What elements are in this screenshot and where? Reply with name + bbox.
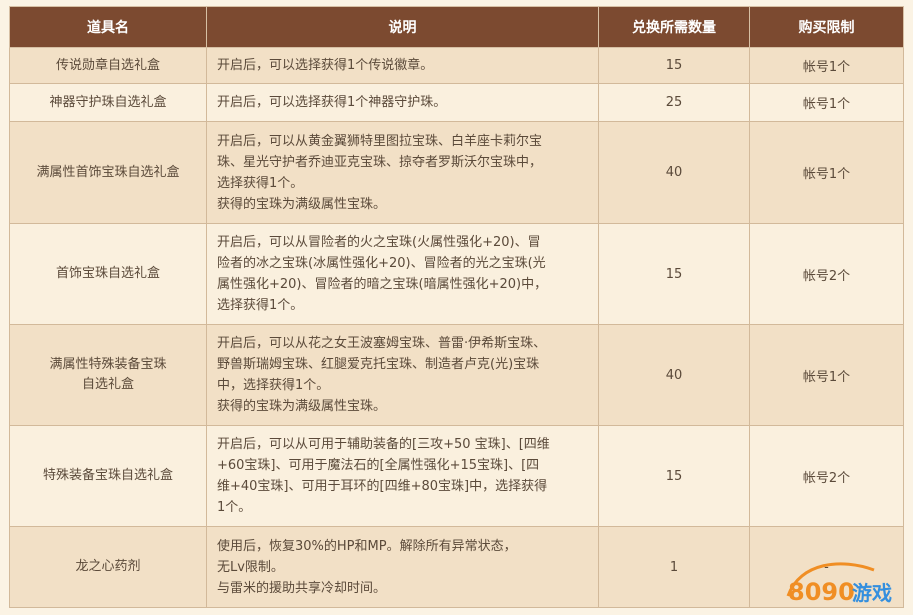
item-description-line: 使用后，恢复30%的HP和MP。解除所有异常状态， (217, 538, 517, 554)
item-description-line: 与雷米的援助共享冷却时间。 (217, 580, 387, 596)
item-name-line: 自选礼盒 (81, 377, 134, 392)
table-row: 龙之心药剂 使用后，恢复30%的HP和MP。解除所有异常状态， 无Lv限制。与雷米的… (9, 526, 904, 608)
item-description-cell: 开启后，可以从黄金翼狮特里图拉宝珠、白羊座卡莉尔宝 珠、星光守护者乔迪亚克宝珠、掠… (206, 121, 599, 224)
purchase-limit-cell: 帐号1个 (749, 47, 904, 84)
item-description-line: 险者的冰之宝珠(冰属性强化+20)、冒险者的光之宝珠(光 (217, 256, 546, 271)
logo-word: 游戏 (852, 581, 892, 605)
item-description-cell: 开启后，可以选择获得1个传说徽章。 (206, 47, 599, 84)
item-name-line: 首饰宝珠自选礼盒 (55, 266, 160, 281)
purchase-limit-cell: 帐号2个 (749, 223, 904, 325)
exchange-quantity-cell: 15 (598, 425, 750, 527)
table-row: 特殊装备宝珠自选礼盒 开启后，可以从可用于辅助装备的[三攻+50 宝珠]、[四维 +… (9, 425, 904, 527)
item-name-cell: 首饰宝珠自选礼盒 (9, 223, 207, 325)
item-description-line: 无Lv限制。 (217, 559, 284, 575)
exchange-quantity-cell: 15 (598, 47, 750, 84)
item-description-cell: 开启后，可以从冒险者的火之宝珠(火属性强化+20)、冒 险者的冰之宝珠(冰属性强化… (206, 223, 599, 325)
table-row: 传说勋章自选礼盒 开启后，可以选择获得1个传说徽章。 15 帐号1个 (9, 47, 904, 84)
item-name-cell: 特殊装备宝珠自选礼盒 (9, 425, 207, 527)
item-description-line: 获得的宝珠为满级属性宝珠。 (217, 399, 387, 414)
item-description-line: 选择获得1个。 (217, 298, 304, 313)
item-description-line: 中，选择获得1个。 (217, 378, 330, 393)
table-body: 传说勋章自选礼盒 开启后，可以选择获得1个传说徽章。 15 帐号1个 神器守护珠自选礼盒… (9, 47, 904, 608)
item-description-line: 获得的宝珠为满级属性宝珠。 (217, 196, 387, 212)
purchase-limit-cell: 帐号1个 (749, 121, 904, 224)
header-item-name: 道具名 (9, 6, 207, 48)
purchase-limit-cell: 帐号1个 (749, 324, 904, 426)
exchange-quantity-cell: 1 (598, 526, 750, 608)
item-description-cell: 开启后，可以从花之女王波塞姆宝珠、普雷·伊希斯宝珠、 野兽斯瑞姆宝珠、红腿爱克托宝… (206, 324, 599, 426)
item-description-line: 开启后，可以选择获得1个传说徽章。 (217, 58, 434, 73)
item-description-line: 1个。 (217, 500, 252, 515)
header-purchase-limit: 购买限制 (749, 6, 904, 48)
item-description-line: 维+40宝珠]、可用于耳环的[四维+80宝珠]中，选择获得 (217, 479, 548, 494)
table-row: 满属性特殊装备宝珠 自选礼盒 开启后，可以从花之女王波塞姆宝珠、普雷·伊希斯宝珠、野… (9, 324, 904, 426)
table-row: 满属性首饰宝珠自选礼盒 开启后，可以从黄金翼狮特里图拉宝珠、白羊座卡莉尔宝 珠、星光… (9, 121, 904, 224)
item-name-cell: 龙之心药剂 (9, 526, 207, 608)
site-logo-watermark: 8090 游戏 (786, 562, 892, 606)
item-name-line: 传说勋章自选礼盒 (55, 57, 160, 73)
item-name-cell: 神器守护珠自选礼盒 (9, 83, 207, 122)
item-description-line: 开启后，可以选择获得1个神器守护珠。 (217, 95, 447, 110)
item-name-line: 神器守护珠自选礼盒 (49, 94, 167, 110)
item-description-cell: 使用后，恢复30%的HP和MP。解除所有异常状态， 无Lv限制。与雷米的援助共享冷… (206, 526, 599, 608)
item-description-line: 选择获得1个。 (217, 175, 304, 191)
page: 道具名 说明 兑换所需数量 购买限制 传说勋章自选礼盒 开启后，可以选择获得1个传… (0, 0, 913, 615)
item-description-line: 开启后，可以从黄金翼狮特里图拉宝珠、白羊座卡莉尔宝 (217, 133, 543, 149)
item-description-cell: 开启后，可以选择获得1个神器守护珠。 (206, 83, 599, 122)
item-description-cell: 开启后，可以从可用于辅助装备的[三攻+50 宝珠]、[四维 +60宝珠]、可用于魔… (206, 425, 599, 527)
item-name-line: 龙之心药剂 (75, 559, 141, 574)
item-name-cell: 满属性特殊装备宝珠 自选礼盒 (9, 324, 207, 426)
item-description-line: 开启后，可以从可用于辅助装备的[三攻+50 宝珠]、[四维 (217, 437, 550, 452)
item-description-line: +60宝珠]、可用于魔法石的[全属性强化+15宝珠]、[四 (217, 458, 540, 473)
exchange-quantity-cell: 15 (598, 223, 750, 325)
item-name-line: 特殊装备宝珠自选礼盒 (42, 468, 173, 483)
table-row: 神器守护珠自选礼盒 开启后，可以选择获得1个神器守护珠。 25 帐号1个 (9, 83, 904, 122)
table-row: 首饰宝珠自选礼盒 开启后，可以从冒险者的火之宝珠(火属性强化+20)、冒 险者的冰之… (9, 223, 904, 325)
item-description-line: 珠、星光守护者乔迪亚克宝珠、掠夺者罗斯沃尔宝珠中， (217, 154, 543, 170)
purchase-limit-cell: 帐号1个 (749, 83, 904, 122)
exchange-quantity-cell: 40 (598, 324, 750, 426)
logo-digits: 8090 (788, 578, 855, 606)
header-description: 说明 (206, 6, 599, 48)
purchase-limit-cell: 帐号2个 (749, 425, 904, 527)
item-description-line: 开启后，可以从冒险者的火之宝珠(火属性强化+20)、冒 (217, 235, 541, 250)
item-name-line: 满属性特殊装备宝珠 (49, 357, 167, 372)
item-name-cell: 满属性首饰宝珠自选礼盒 (9, 121, 207, 224)
item-exchange-table: 道具名 说明 兑换所需数量 购买限制 传说勋章自选礼盒 开启后，可以选择获得1个传… (9, 6, 904, 608)
item-name-line: 满属性首饰宝珠自选礼盒 (36, 164, 180, 180)
header-exchange-quantity: 兑换所需数量 (598, 6, 750, 48)
item-description-line: 野兽斯瑞姆宝珠、红腿爱克托宝珠、制造者卢克(光)宝珠 (217, 357, 540, 372)
item-name-cell: 传说勋章自选礼盒 (9, 47, 207, 84)
exchange-quantity-cell: 40 (598, 121, 750, 224)
exchange-quantity-cell: 25 (598, 83, 750, 122)
table-header-row: 道具名 说明 兑换所需数量 购买限制 (9, 6, 904, 48)
item-description-line: 属性强化+20)、冒险者的暗之宝珠(暗属性强化+20)中， (217, 277, 548, 292)
item-description-line: 开启后，可以从花之女王波塞姆宝珠、普雷·伊希斯宝珠、 (217, 336, 547, 351)
